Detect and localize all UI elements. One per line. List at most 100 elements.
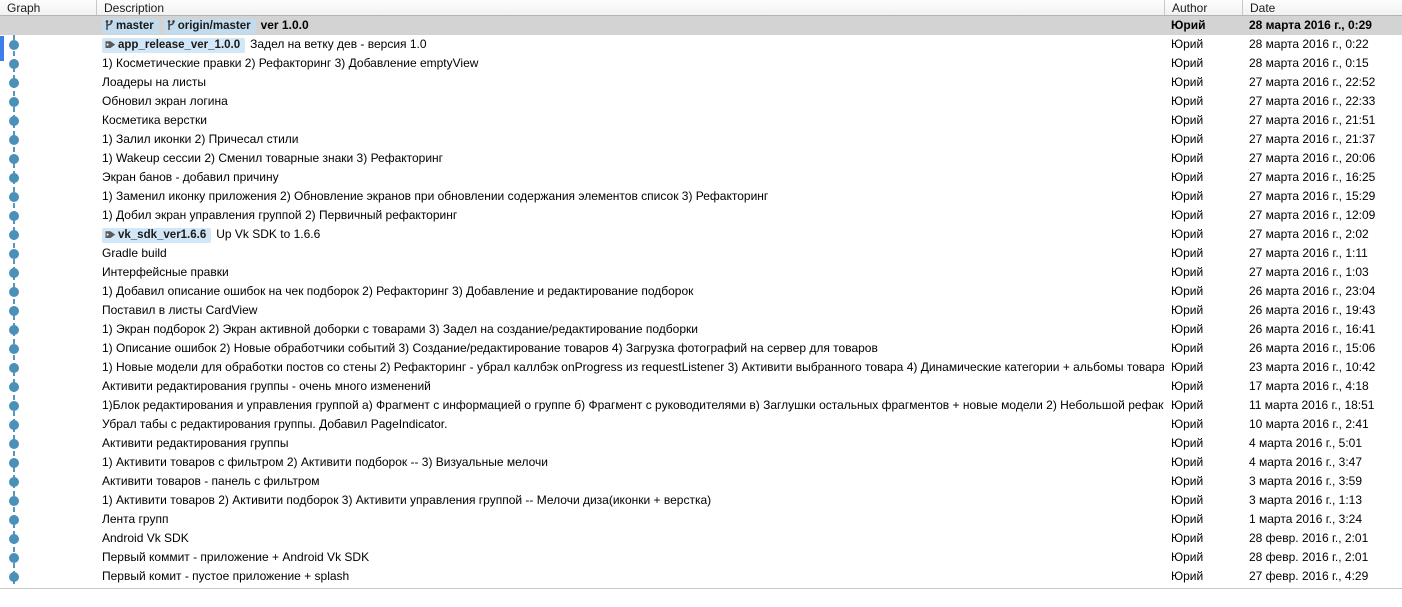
commit-description-cell[interactable]: 1) Активити товаров с фильтром 2) Активи… [96,453,1164,472]
commit-description-cell[interactable]: 1) Добил экран управления группой 2) Пер… [96,206,1164,225]
commit-description-cell[interactable]: Экран банов - добавил причину [96,168,1164,187]
commit-row[interactable]: 1) Новые модели для обработки постов со … [0,358,1402,377]
commit-description-cell[interactable]: Обновил экран логина [96,92,1164,111]
tag-label[interactable]: vk_sdk_ver1.6.6 [102,228,212,243]
commit-row[interactable]: master origin/master ver 1.0.0 Юрий 28 марта… [0,16,1402,35]
commit-subject: 1) Залил иконки 2) Причесал стили [102,132,299,146]
commit-date-cell: 26 марта 2016 г., 23:04 [1249,284,1376,298]
commit-subject: Лоадеры на листы [102,75,206,89]
commit-row[interactable]: Косметика верстки Юрий 27 марта 2016 г., 2… [0,111,1402,130]
commit-row[interactable]: Первый коммит - приложение + Android Vk … [0,548,1402,567]
commit-row[interactable]: 1) Заменил иконку приложения 2) Обновлен… [0,187,1402,206]
commit-row[interactable]: 1)Блок редактирования и управления групп… [0,396,1402,415]
commit-description-cell[interactable]: Первый коммит - приложение + Android Vk … [96,548,1164,567]
commit-description-cell[interactable]: 1) Заменил иконку приложения 2) Обновлен… [96,187,1164,206]
commit-row[interactable]: 1) Экран подборок 2) Экран активной добо… [0,320,1402,339]
branch-label[interactable]: origin/master [163,19,256,34]
commit-date-cell: 23 марта 2016 г., 10:42 [1249,360,1376,374]
commit-list[interactable]: master origin/master ver 1.0.0 Юрий 28 марта… [0,16,1402,586]
commit-subject: 1) Заменил иконку приложения 2) Обновлен… [102,189,769,203]
commit-subject: Поставил в листы CardView [102,303,258,317]
commit-subject: 1) Описание ошибок 2) Новые обработчики … [102,341,878,355]
commit-description-cell[interactable]: Первый комит - пустое приложение + splas… [96,567,1164,586]
commit-description-cell[interactable]: vk_sdk_ver1.6.6 Up Vk SDK to 1.6.6 [96,225,1164,244]
commit-description-cell[interactable]: Android Vk SDK [96,529,1164,548]
commit-row[interactable]: app_release_ver_1.0.0 Задел на ветку дев … [0,35,1402,54]
commit-description-cell[interactable]: 1) Wakeup сессии 2) Сменил товарные знак… [96,149,1164,168]
commit-row[interactable]: Интерфейсные правки Юрий 27 марта 2016 г.,… [0,263,1402,282]
commit-description-cell[interactable]: Интерфейсные правки [96,263,1164,282]
commit-row[interactable]: Поставил в листы CardView Юрий 26 марта 20… [0,301,1402,320]
commit-row[interactable]: Активити редактирования группы Юрий 4 март… [0,434,1402,453]
commit-description-cell[interactable]: 1) Залил иконки 2) Причесал стили [96,130,1164,149]
column-header-row: Graph Description Author Date [0,0,1402,16]
commit-description-cell[interactable]: Поставил в листы CardView [96,301,1164,320]
list-empty-area [0,589,1402,607]
commit-row[interactable]: Обновил экран логина Юрий 27 марта 2016 г.… [0,92,1402,111]
commit-description-cell[interactable]: Лоадеры на листы [96,73,1164,92]
commit-subject: 1) Экран подборок 2) Экран активной добо… [102,322,698,336]
commit-date-cell: 1 марта 2016 г., 3:24 [1249,512,1363,526]
commit-row[interactable]: Gradle build Юрий 27 марта 2016 г., 1:11 [0,244,1402,263]
commit-row[interactable]: Активити редактирования группы - очень м… [0,377,1402,396]
commit-row[interactable]: 1) Активити товаров 2) Активити подборок… [0,491,1402,510]
commit-author-cell: Юрий [1171,569,1204,583]
commit-row[interactable]: Активити товаров - панель с фильтром Юрий… [0,472,1402,491]
branch-label[interactable]: master [102,19,159,34]
commit-row[interactable]: 1) Добил экран управления группой 2) Пер… [0,206,1402,225]
commit-date-cell: 27 марта 2016 г., 20:06 [1249,151,1376,165]
commit-description-cell[interactable]: 1) Активити товаров 2) Активити подборок… [96,491,1164,510]
commit-date-cell: 28 марта 2016 г., 0:22 [1249,37,1369,51]
commit-description-cell[interactable]: 1) Косметические правки 2) Рефакторинг 3… [96,54,1164,73]
commit-graph-cell [0,548,96,567]
commit-author-cell: Юрий [1171,189,1204,203]
commit-description-cell[interactable]: Активити товаров - панель с фильтром [96,472,1164,491]
commit-description-cell[interactable]: app_release_ver_1.0.0 Задел на ветку дев … [96,35,1164,54]
commit-description-cell[interactable]: 1) Новые модели для обработки постов со … [96,358,1164,377]
commit-date-cell: 27 февр. 2016 г., 4:29 [1249,569,1369,583]
commit-description-cell[interactable]: master origin/master ver 1.0.0 [96,16,1164,35]
commit-row[interactable]: Убрал табы с редактирования группы. Доба… [0,415,1402,434]
commit-description-cell[interactable]: 1) Экран подборок 2) Экран активной добо… [96,320,1164,339]
commit-row[interactable]: 1) Описание ошибок 2) Новые обработчики … [0,339,1402,358]
commit-description-cell[interactable]: 1) Добавил описание ошибок на чек подбор… [96,282,1164,301]
commit-graph-cell [0,453,96,472]
commit-row[interactable]: Экран банов - добавил причину Юрий 27 март… [0,168,1402,187]
commit-date-cell: 27 марта 2016 г., 16:25 [1249,170,1376,184]
commit-description-cell[interactable]: Активити редактирования группы - очень м… [96,377,1164,396]
column-header-date[interactable]: Date [1242,0,1402,15]
commit-row[interactable]: vk_sdk_ver1.6.6 Up Vk SDK to 1.6.6 Юрий 27 … [0,225,1402,244]
commit-row[interactable]: 1) Активити товаров с фильтром 2) Активи… [0,453,1402,472]
commit-description-cell[interactable]: 1) Описание ошибок 2) Новые обработчики … [96,339,1164,358]
commit-description-cell[interactable]: Косметика верстки [96,111,1164,130]
column-header-author[interactable]: Author [1164,0,1242,15]
tag-label[interactable]: app_release_ver_1.0.0 [102,38,246,53]
commit-description-cell[interactable]: Gradle build [96,244,1164,263]
commit-author-cell: Юрий [1171,417,1204,431]
commit-row[interactable]: Лента групп Юрий 1 марта 2016 г., 3:24 [0,510,1402,529]
column-header-graph[interactable]: Graph [0,0,96,15]
commit-description-cell[interactable]: Лента групп [96,510,1164,529]
column-header-description[interactable]: Description [96,0,1164,15]
commit-graph-cell [0,206,96,225]
commit-row[interactable]: Первый комит - пустое приложение + splas… [0,567,1402,586]
commit-subject: Убрал табы с редактирования группы. Доба… [102,417,448,431]
commit-description-cell[interactable]: 1)Блок редактирования и управления групп… [96,396,1164,415]
commit-graph-cell [0,320,96,339]
commit-description-cell[interactable]: Активити редактирования группы [96,434,1164,453]
commit-author-cell: Юрий [1171,474,1204,488]
commit-row[interactable]: 1) Wakeup сессии 2) Сменил товарные знак… [0,149,1402,168]
commit-graph-cell [0,244,96,263]
commit-graph-cell [0,35,96,54]
commit-description-cell[interactable]: Убрал табы с редактирования группы. Доба… [96,415,1164,434]
commit-author-cell: Юрий [1171,436,1204,450]
commit-row[interactable]: Android Vk SDK Юрий 28 февр. 2016 г., 2:01 [0,529,1402,548]
commit-row[interactable]: 1) Добавил описание ошибок на чек подбор… [0,282,1402,301]
commit-row[interactable]: 1) Косметические правки 2) Рефакторинг 3… [0,54,1402,73]
commit-date-cell: 28 марта 2016 г., 0:15 [1249,56,1369,70]
commit-author-cell: Юрий [1171,37,1204,51]
commit-date-cell: 26 марта 2016 г., 16:41 [1249,322,1376,336]
commit-row[interactable]: Лоадеры на листы Юрий 27 марта 2016 г., 22… [0,73,1402,92]
commit-subject: Активити товаров - панель с фильтром [102,474,320,488]
commit-row[interactable]: 1) Залил иконки 2) Причесал стили Юрий 27 … [0,130,1402,149]
